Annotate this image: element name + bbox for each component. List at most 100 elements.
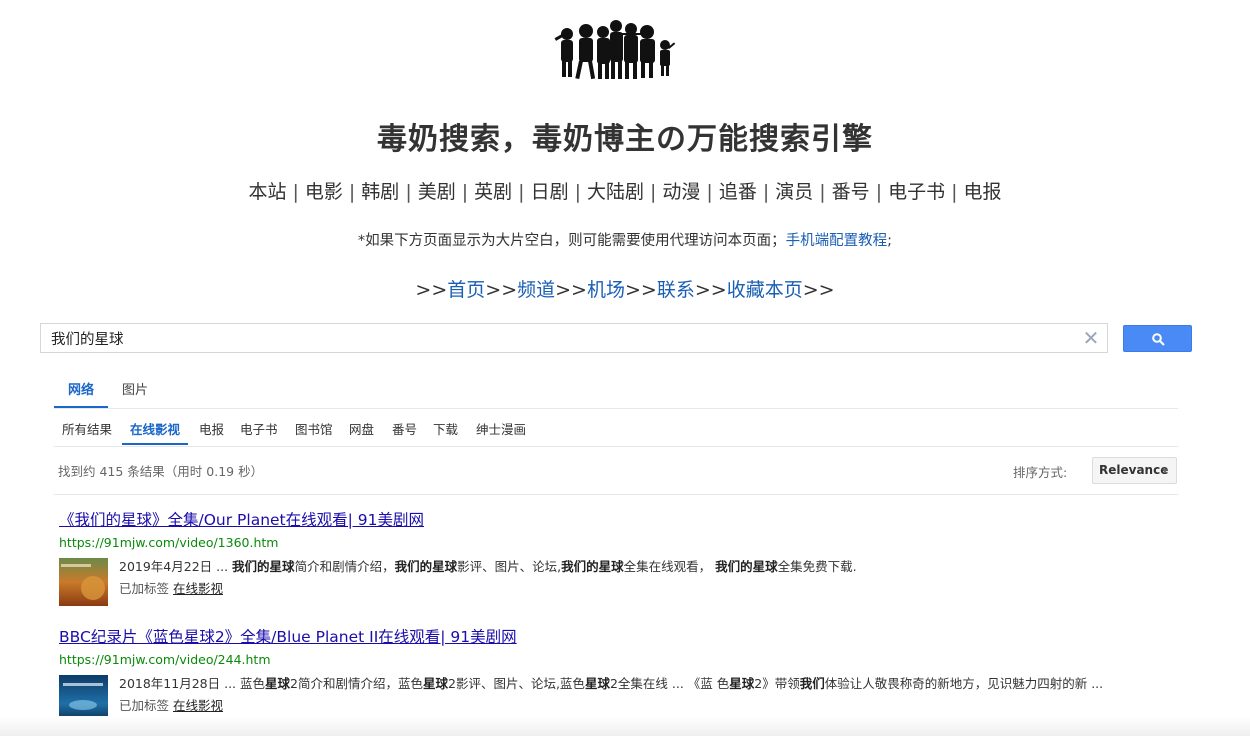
close-icon[interactable]: ✕ <box>1081 327 1101 349</box>
snippet-text: ... 蓝色 <box>220 676 265 691</box>
result-url: https://91mjw.com/video/1360.htm <box>59 535 279 550</box>
tag-link[interactable]: 在线影视 <box>173 698 223 713</box>
notice-message: *如果下方页面显示为大片空白，则可能需要使用代理访问本页面； <box>357 233 786 249</box>
quick-link[interactable]: 收藏本页 <box>727 279 803 301</box>
result-count: 找到约 415 条结果（用时 0.19 秒） <box>58 464 264 479</box>
mobile-config-link[interactable]: 手机端配置教程 <box>786 233 888 249</box>
result-thumbnail[interactable] <box>59 558 108 606</box>
nav-item[interactable]: 大陆剧 <box>587 181 644 203</box>
result-url: https://91mjw.com/video/244.htm <box>59 652 271 667</box>
snippet-text: 2简介和剧情介绍，蓝色 <box>290 676 423 691</box>
snippet-text: 影评、图片、论坛, <box>457 559 562 574</box>
chevron-down-icon <box>1162 469 1168 473</box>
nav-item[interactable]: 英剧 <box>474 181 512 203</box>
nav-item[interactable]: 动漫 <box>662 181 700 203</box>
nav-separator: | <box>574 181 581 203</box>
children-silhouette-logo <box>554 20 676 80</box>
result-tags: 已加标签 在线影视 <box>119 578 223 597</box>
result-tags: 已加标签 在线影视 <box>119 695 223 714</box>
nav-item[interactable]: 电影 <box>305 181 343 203</box>
highlight-term: 星球 <box>584 676 610 691</box>
nav-item[interactable]: 电子书 <box>888 181 945 203</box>
link-separator: >> <box>625 279 657 301</box>
subtab-online-video[interactable]: 在线影视 <box>122 416 189 445</box>
search-icon <box>1152 333 1165 346</box>
snippet-text: 2影评、图片、论坛,蓝色 <box>448 676 585 691</box>
tag-label: 已加标签 <box>119 581 170 596</box>
search-button[interactable] <box>1123 325 1192 352</box>
search-result: 《我们的星球》全集/Our Planet在线观看| 91美剧网 https://… <box>59 508 1159 606</box>
subtab-ebook[interactable]: 电子书 <box>232 416 286 444</box>
highlight-term: 星球 <box>422 676 448 691</box>
quick-link[interactable]: 联系 <box>657 279 695 301</box>
nav-item[interactable]: 演员 <box>775 181 813 203</box>
link-separator: >> <box>555 279 587 301</box>
result-date: 2018年11月28日 <box>119 676 221 691</box>
link-separator: >> <box>415 279 448 301</box>
nav-separator: | <box>292 181 299 203</box>
result-snippet: 2019年4月22日 ... 我们的星球简介和剧情介绍，我们的星球影评、图片、论… <box>119 558 857 576</box>
highlight-term: 我们 <box>799 676 825 691</box>
subtab-telegram[interactable]: 电报 <box>191 416 232 444</box>
search-result: BBC纪录片《蓝色星球2》全集/Blue Planet II在线观看| 91美剧… <box>59 625 1159 723</box>
site-logo[interactable] <box>553 18 679 82</box>
link-separator: >> <box>485 279 518 301</box>
category-nav: 本站 | 电影 | 韩剧 | 美剧 | 英剧 | 日剧 | 大陆剧 | 动漫 | 追番 | 演员 | 番号 | 电子书 | 电报 <box>0 177 1250 204</box>
nav-separator: | <box>518 181 525 203</box>
quick-link[interactable]: 机场 <box>587 279 625 301</box>
site-title: 毒奶搜索，毒奶博主の万能搜索引擎 <box>377 122 873 157</box>
nav-item[interactable]: 美剧 <box>418 181 456 203</box>
result-snippet: 2018年11月28日 ... 蓝色星球2简介和剧情介绍，蓝色星球2影评、图片、… <box>119 675 1103 693</box>
quick-links: >>首页>>频道>>机场>>联系>>收藏本页>> <box>0 275 1250 302</box>
results-info-bar: 找到约 415 条结果（用时 0.19 秒） 排序方式: Relevance <box>54 454 1178 495</box>
subtab-all[interactable]: 所有结果 <box>54 416 120 444</box>
link-separator: >> <box>802 279 835 301</box>
notice-text: *如果下方页面显示为大片空白，则可能需要使用代理访问本页面；手机端配置教程; <box>0 229 1250 250</box>
result-title-link[interactable]: 《我们的星球》全集/Our Planet在线观看| 91美剧网 <box>59 508 1159 530</box>
sort-value: Relevance <box>1099 463 1169 477</box>
nav-item[interactable]: 电报 <box>964 181 1002 203</box>
nav-separator: | <box>951 181 958 203</box>
highlight-term: 我们的星球 <box>232 559 295 574</box>
nav-separator: | <box>461 181 469 203</box>
tab-web[interactable]: 网络 <box>54 375 109 408</box>
snippet-text: 2》带领 <box>754 676 800 691</box>
highlight-term: 星球 <box>729 676 755 691</box>
highlight-term: 我们的星球 <box>715 559 778 574</box>
nav-separator: | <box>762 181 770 203</box>
nav-separator: | <box>650 181 657 203</box>
result-title-link[interactable]: BBC纪录片《蓝色星球2》全集/Blue Planet II在线观看| 91美剧… <box>59 625 1159 647</box>
subtab-library[interactable]: 图书馆 <box>287 416 341 444</box>
nav-separator: | <box>348 181 356 203</box>
subtab-download[interactable]: 下载 <box>425 416 466 444</box>
nav-item[interactable]: 日剧 <box>531 181 569 203</box>
result-date: 2019年4月22日 <box>119 559 213 574</box>
nav-separator: | <box>819 181 826 203</box>
link-separator: >> <box>694 279 727 301</box>
search-input[interactable] <box>41 324 1081 352</box>
tab-images[interactable]: 图片 <box>108 375 162 407</box>
nav-separator: | <box>875 181 883 203</box>
snippet-text: 全集在线观看， <box>623 559 716 574</box>
refinement-tabs: 所有结果 在线影视 电报 电子书 图书馆 网盘 番号 下载 绅士漫画 <box>54 416 1178 447</box>
nav-item[interactable]: 本站 <box>248 181 286 203</box>
quick-link[interactable]: 频道 <box>517 279 555 301</box>
subtab-netdisk[interactable]: 网盘 <box>341 416 382 444</box>
nav-separator: | <box>405 181 412 203</box>
sort-label: 排序方式: <box>1013 465 1068 480</box>
tag-label: 已加标签 <box>119 698 170 713</box>
nav-item[interactable]: 韩剧 <box>361 181 399 203</box>
sort-dropdown[interactable]: Relevance <box>1092 457 1177 484</box>
snippet-text: 2全集在线 ... 《蓝 色 <box>609 676 730 691</box>
quick-link[interactable]: 首页 <box>447 279 485 301</box>
nav-item[interactable]: 番号 <box>832 181 870 203</box>
tag-link[interactable]: 在线影视 <box>173 581 223 596</box>
highlight-term: 星球 <box>265 676 291 691</box>
bottom-shadow <box>0 716 1250 736</box>
nav-item[interactable]: 追番 <box>719 181 757 203</box>
snippet-text: 简介和剧情介绍， <box>294 559 395 574</box>
subtab-manga[interactable]: 绅士漫画 <box>468 416 534 444</box>
search-box: ✕ <box>40 323 1108 353</box>
nav-separator: | <box>706 181 713 203</box>
subtab-code[interactable]: 番号 <box>384 416 425 444</box>
